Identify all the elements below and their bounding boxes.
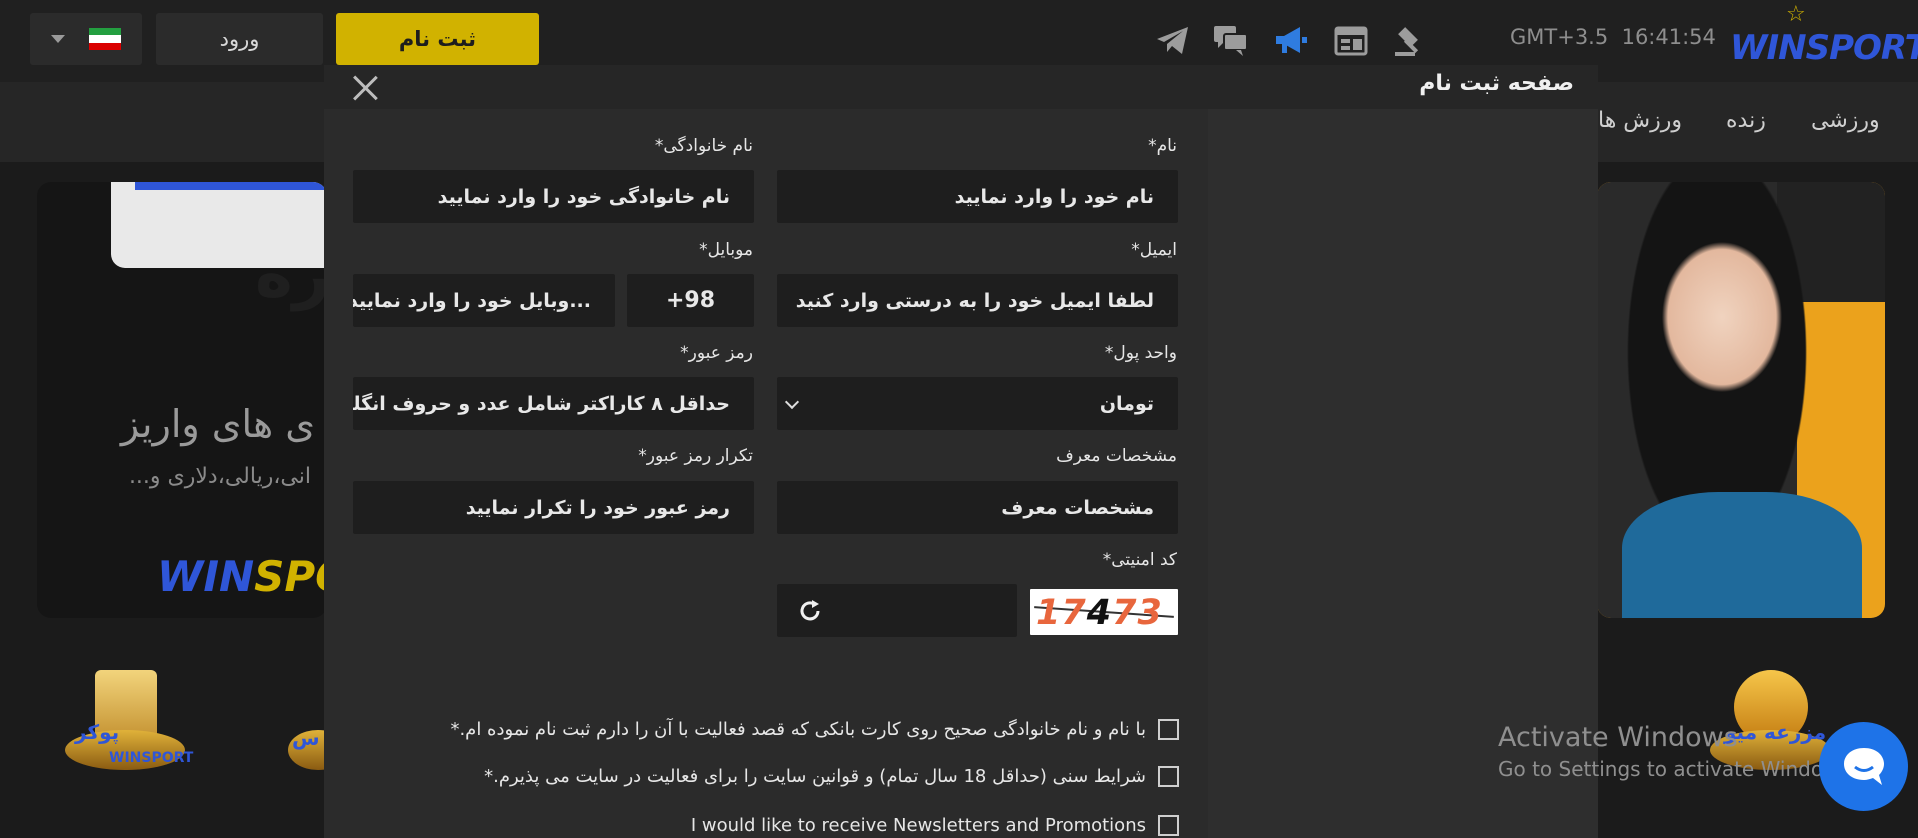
currency-select[interactable]: تومان <box>777 377 1178 430</box>
banner-logo: WINSPO <box>157 552 327 601</box>
captcha-image: 17473 <box>1030 589 1178 635</box>
captcha-label: کد امنیتی* <box>1102 550 1177 570</box>
chat-icon <box>1843 747 1884 785</box>
checkbox-newsletter[interactable] <box>1158 815 1179 836</box>
checkbox-newsletter-label: I would like to receive Newsletters and … <box>690 815 1146 836</box>
banner-tab <box>135 182 327 190</box>
language-selector[interactable] <box>30 13 142 65</box>
checkbox-row-bank-card[interactable]: با نام و نام خانوادگی صحیح روی کارت بانک… <box>450 719 1179 740</box>
clock: GMT+3.5 16:41:54 <box>1510 25 1716 49</box>
promo-banner-right[interactable] <box>1597 182 1885 618</box>
nav-item-sports[interactable]: ورزشی <box>1811 108 1880 133</box>
first-name-input[interactable]: نام خود را وارد نمایید <box>777 170 1178 223</box>
site-logo[interactable]: WINSPORT ☆ <box>1730 2 1918 68</box>
nav-item-live[interactable]: زنده <box>1726 108 1766 133</box>
live-chat-button[interactable] <box>1819 722 1908 811</box>
checkbox-bank-card[interactable] <box>1158 719 1179 740</box>
modal-header: صفحه ثبت نام <box>324 65 1598 109</box>
model-dress <box>1622 492 1862 618</box>
banner-line-1: ی های واریز <box>120 402 315 446</box>
mobile-input[interactable]: ...وبایل خود را وارد نمایید <box>353 274 615 327</box>
password-label: رمز عبور* <box>680 343 753 363</box>
megaphone-icon[interactable] <box>1272 22 1310 60</box>
captcha-input[interactable] <box>777 584 1017 637</box>
game-card-poker-logo: WINSPORT <box>109 750 194 766</box>
password-repeat-label: تکرار رمز عبور* <box>638 446 753 466</box>
checkbox-terms-label: شرایط سنی (حداقل 18 سال تمام) و قوانین س… <box>484 766 1146 787</box>
email-input[interactable]: لطفا ایمیل خود را به درستی وارد کنید <box>777 274 1178 327</box>
chevron-down-icon <box>784 394 800 410</box>
star-icon: ☆ <box>1786 2 1806 27</box>
modal-title: صفحه ثبت نام <box>1419 71 1574 96</box>
calendar-icon[interactable] <box>1332 22 1370 60</box>
banner-big-text: ره <box>255 238 327 312</box>
watermark-line-2: Go to Settings to activate Windows. <box>1498 757 1857 781</box>
game-card-poker-label: پوکر <box>75 720 120 744</box>
password-repeat-input[interactable]: رمز عبور خود را تکرار نمایید <box>353 481 754 534</box>
game-card-partial[interactable]: س <box>288 670 324 780</box>
game-card-poker[interactable]: پوکر WINSPORT <box>55 670 195 780</box>
captcha-text: 17473 <box>1036 593 1163 633</box>
chat-bubbles-icon[interactable] <box>1212 22 1250 60</box>
watermark-line-1: Activate Windows <box>1498 722 1738 753</box>
last-name-input[interactable]: نام خانوادگی خود را وارد نمایید <box>353 170 754 223</box>
timezone-text: GMT+3.5 <box>1510 25 1609 49</box>
logo-win-text: WIN <box>1730 28 1807 68</box>
nav-item-sport-types[interactable]: ورزش ها <box>1598 108 1682 133</box>
register-modal: صفحه ثبت نام نام* نام خود را وارد نمایید… <box>324 65 1598 838</box>
checkbox-terms[interactable] <box>1158 766 1179 787</box>
logo-sport-text: SPORT <box>1805 28 1918 68</box>
chevron-down-icon <box>51 35 65 43</box>
password-input[interactable]: حداقل ۸ کاراکتر شامل عدد و حروف انگلی.. <box>353 377 754 430</box>
email-label: ایمیل* <box>1131 240 1177 260</box>
auction-hammer-icon[interactable] <box>1392 22 1430 60</box>
mobile-label: موبایل* <box>699 240 753 260</box>
windows-watermark: Activate Windows Go to Settings to activ… <box>1498 722 1856 781</box>
game-card-partial-label: س <box>292 726 320 750</box>
refresh-icon[interactable] <box>797 598 823 629</box>
currency-label: واحد پول* <box>1104 343 1177 363</box>
checkbox-row-terms[interactable]: شرایط سنی (حداقل 18 سال تمام) و قوانین س… <box>484 766 1179 787</box>
checkbox-row-newsletter[interactable]: I would like to receive Newsletters and … <box>691 815 1179 836</box>
telegram-icon[interactable] <box>1154 22 1192 60</box>
close-icon[interactable] <box>350 73 380 103</box>
promo-banner-left[interactable]: ره ی های واریز ...انی،ریالی،دلاری و WINS… <box>37 182 327 618</box>
banner-line-2: ...انی،ریالی،دلاری و <box>128 464 311 489</box>
register-button[interactable]: ثبت نام <box>336 13 539 65</box>
country-code-select[interactable]: 98+ <box>627 274 754 327</box>
referrer-label: مشخصات معرف <box>1056 446 1177 466</box>
login-button[interactable]: ورود <box>156 13 323 65</box>
first-name-label: نام* <box>1148 136 1177 156</box>
iran-flag-icon <box>89 28 121 50</box>
last-name-label: نام خانوادگی* <box>654 136 753 156</box>
time-text: 16:41:54 <box>1621 25 1716 49</box>
referrer-input[interactable]: مشخصات معرف <box>777 481 1178 534</box>
checkbox-bank-card-label: با نام و نام خانوادگی صحیح روی کارت بانک… <box>450 719 1146 740</box>
